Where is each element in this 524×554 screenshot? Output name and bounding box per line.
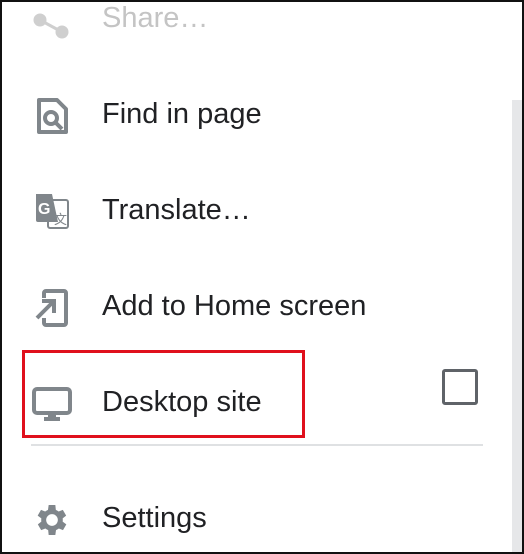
menu-item-label: Translate… xyxy=(102,194,251,226)
find-in-page-icon xyxy=(37,98,68,134)
menu-item-label: Find in page xyxy=(102,98,262,130)
add-to-home-screen-icon xyxy=(35,289,68,327)
menu-item-settings[interactable]: Settings xyxy=(2,470,512,552)
gear-icon xyxy=(37,505,67,535)
menu-item-share[interactable]: Share… xyxy=(2,2,512,66)
share-icon xyxy=(33,13,69,39)
menu-divider xyxy=(31,444,483,446)
menu-item-add-to-home-screen[interactable]: Add to Home screen xyxy=(2,258,512,354)
menu-item-label: Add to Home screen xyxy=(102,290,367,322)
chrome-overflow-menu-screenshot: Share… Find in page G 文 Translate… Add t… xyxy=(0,0,524,554)
menu-item-label: Desktop site xyxy=(102,386,262,418)
svg-text:G: G xyxy=(38,201,50,218)
svg-text:文: 文 xyxy=(54,213,67,228)
desktop-site-checkbox[interactable] xyxy=(442,369,478,405)
page-background-strip xyxy=(512,100,522,552)
overflow-menu: Share… Find in page G 文 Translate… Add t… xyxy=(2,2,512,552)
translate-icon: G 文 xyxy=(36,194,69,229)
menu-item-label: Share… xyxy=(102,2,209,34)
menu-item-find-in-page[interactable]: Find in page xyxy=(2,66,512,162)
menu-item-translate[interactable]: G 文 Translate… xyxy=(2,162,512,258)
menu-item-desktop-site[interactable]: Desktop site xyxy=(2,354,512,450)
menu-item-label: Settings xyxy=(102,502,207,534)
desktop-icon xyxy=(32,387,72,421)
